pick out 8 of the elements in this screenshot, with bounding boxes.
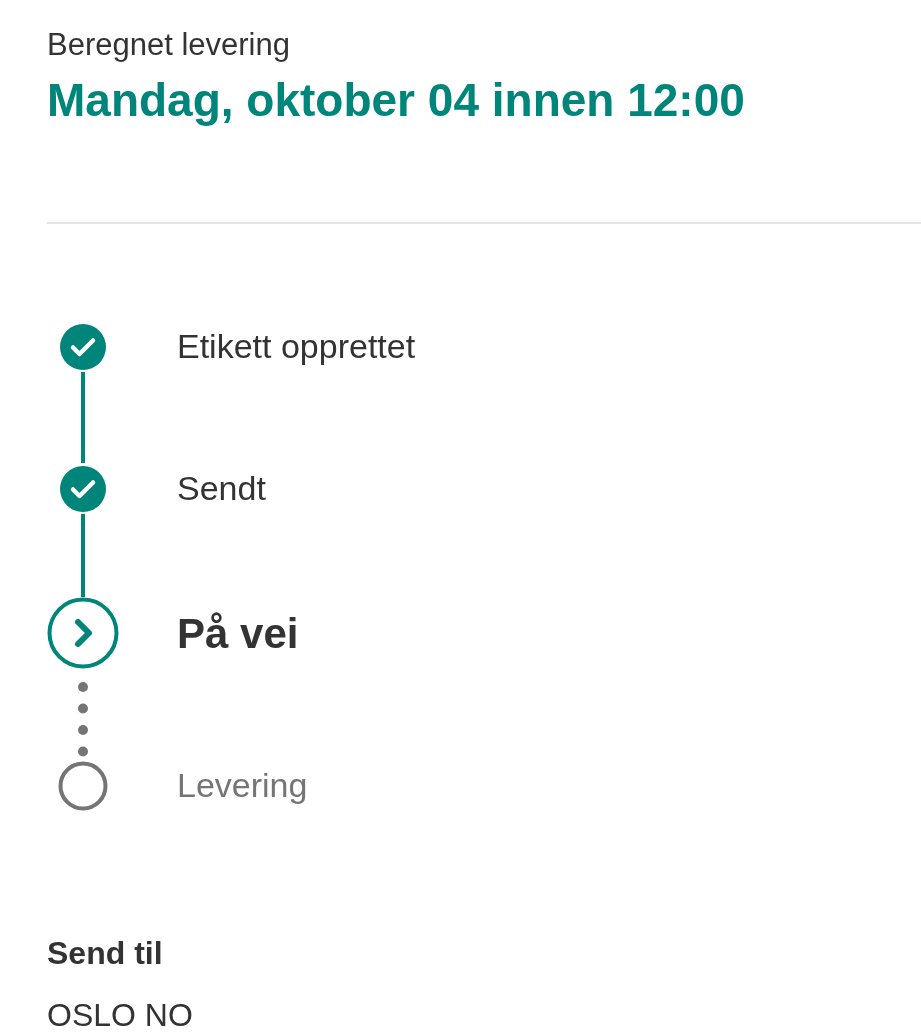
ship-to-value: OSLO NO bbox=[47, 996, 194, 1033]
step-label: Sendt bbox=[177, 468, 266, 509]
step-label: På vei bbox=[177, 608, 299, 659]
ship-to-label: Send til bbox=[47, 934, 164, 973]
step-label: Levering bbox=[177, 765, 308, 806]
estimate-label: Beregnet levering bbox=[47, 26, 291, 64]
estimate-date: Mandag, oktober 04 innen 12:00 bbox=[47, 73, 746, 128]
step-label: Etikett opprettet bbox=[177, 326, 416, 367]
